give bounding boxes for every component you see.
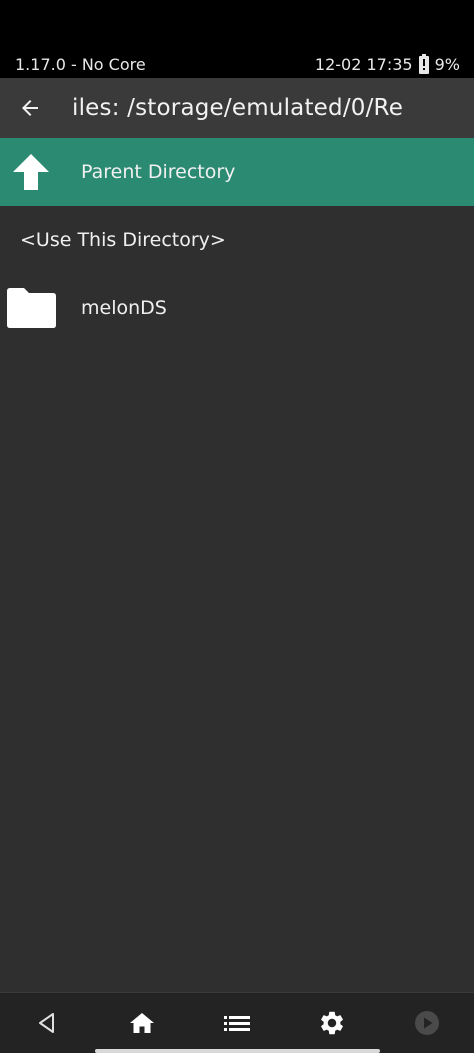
bottom-nav bbox=[0, 992, 474, 1053]
arrow-up-icon bbox=[13, 154, 49, 190]
top-black-area bbox=[0, 0, 474, 50]
home-icon bbox=[130, 1013, 155, 1033]
row-icon-container bbox=[0, 274, 62, 342]
nav-list-button[interactable] bbox=[207, 994, 267, 1052]
status-bar: 1.17.0 - No Core 12-02 17:35 9% bbox=[0, 50, 474, 78]
list-item-label: melonDS bbox=[81, 297, 167, 319]
play-icon bbox=[414, 1011, 439, 1035]
file-list: Parent Directory <Use This Directory> me… bbox=[0, 138, 474, 342]
list-item-melonds[interactable]: melonDS bbox=[0, 274, 474, 342]
nav-settings-button[interactable] bbox=[302, 994, 362, 1052]
home-indicator[interactable] bbox=[95, 1049, 380, 1053]
status-time: 12-02 17:35 bbox=[314, 54, 413, 74]
nav-home-button[interactable] bbox=[112, 994, 172, 1052]
battery-icon bbox=[418, 54, 429, 74]
row-icon-container bbox=[0, 138, 62, 206]
list-item-label: Parent Directory bbox=[81, 161, 236, 183]
battery-percent: 9% bbox=[434, 54, 460, 74]
status-right: 12-02 17:35 9% bbox=[315, 54, 460, 74]
folder-icon bbox=[7, 288, 56, 328]
list-item-label: <Use This Directory> bbox=[20, 229, 226, 251]
list-item-parent-directory[interactable]: Parent Directory bbox=[0, 138, 474, 206]
app-root: 1.17.0 - No Core 12-02 17:35 9% iles: /s… bbox=[0, 0, 474, 1053]
arrow-left-icon bbox=[22, 100, 38, 116]
title-bar: iles: /storage/emulated/0/Re bbox=[0, 78, 474, 138]
back-button[interactable] bbox=[0, 78, 60, 138]
page-title: iles: /storage/emulated/0/Re bbox=[72, 95, 404, 121]
status-left-text: 1.17.0 - No Core bbox=[15, 54, 146, 74]
nav-resume-button[interactable] bbox=[397, 994, 457, 1052]
list-item-use-this-directory[interactable]: <Use This Directory> bbox=[0, 206, 474, 274]
nav-back-button[interactable] bbox=[17, 994, 77, 1052]
gear-icon bbox=[320, 1011, 343, 1035]
back-triangle-icon bbox=[39, 1013, 55, 1033]
list-icon bbox=[223, 1016, 250, 1031]
